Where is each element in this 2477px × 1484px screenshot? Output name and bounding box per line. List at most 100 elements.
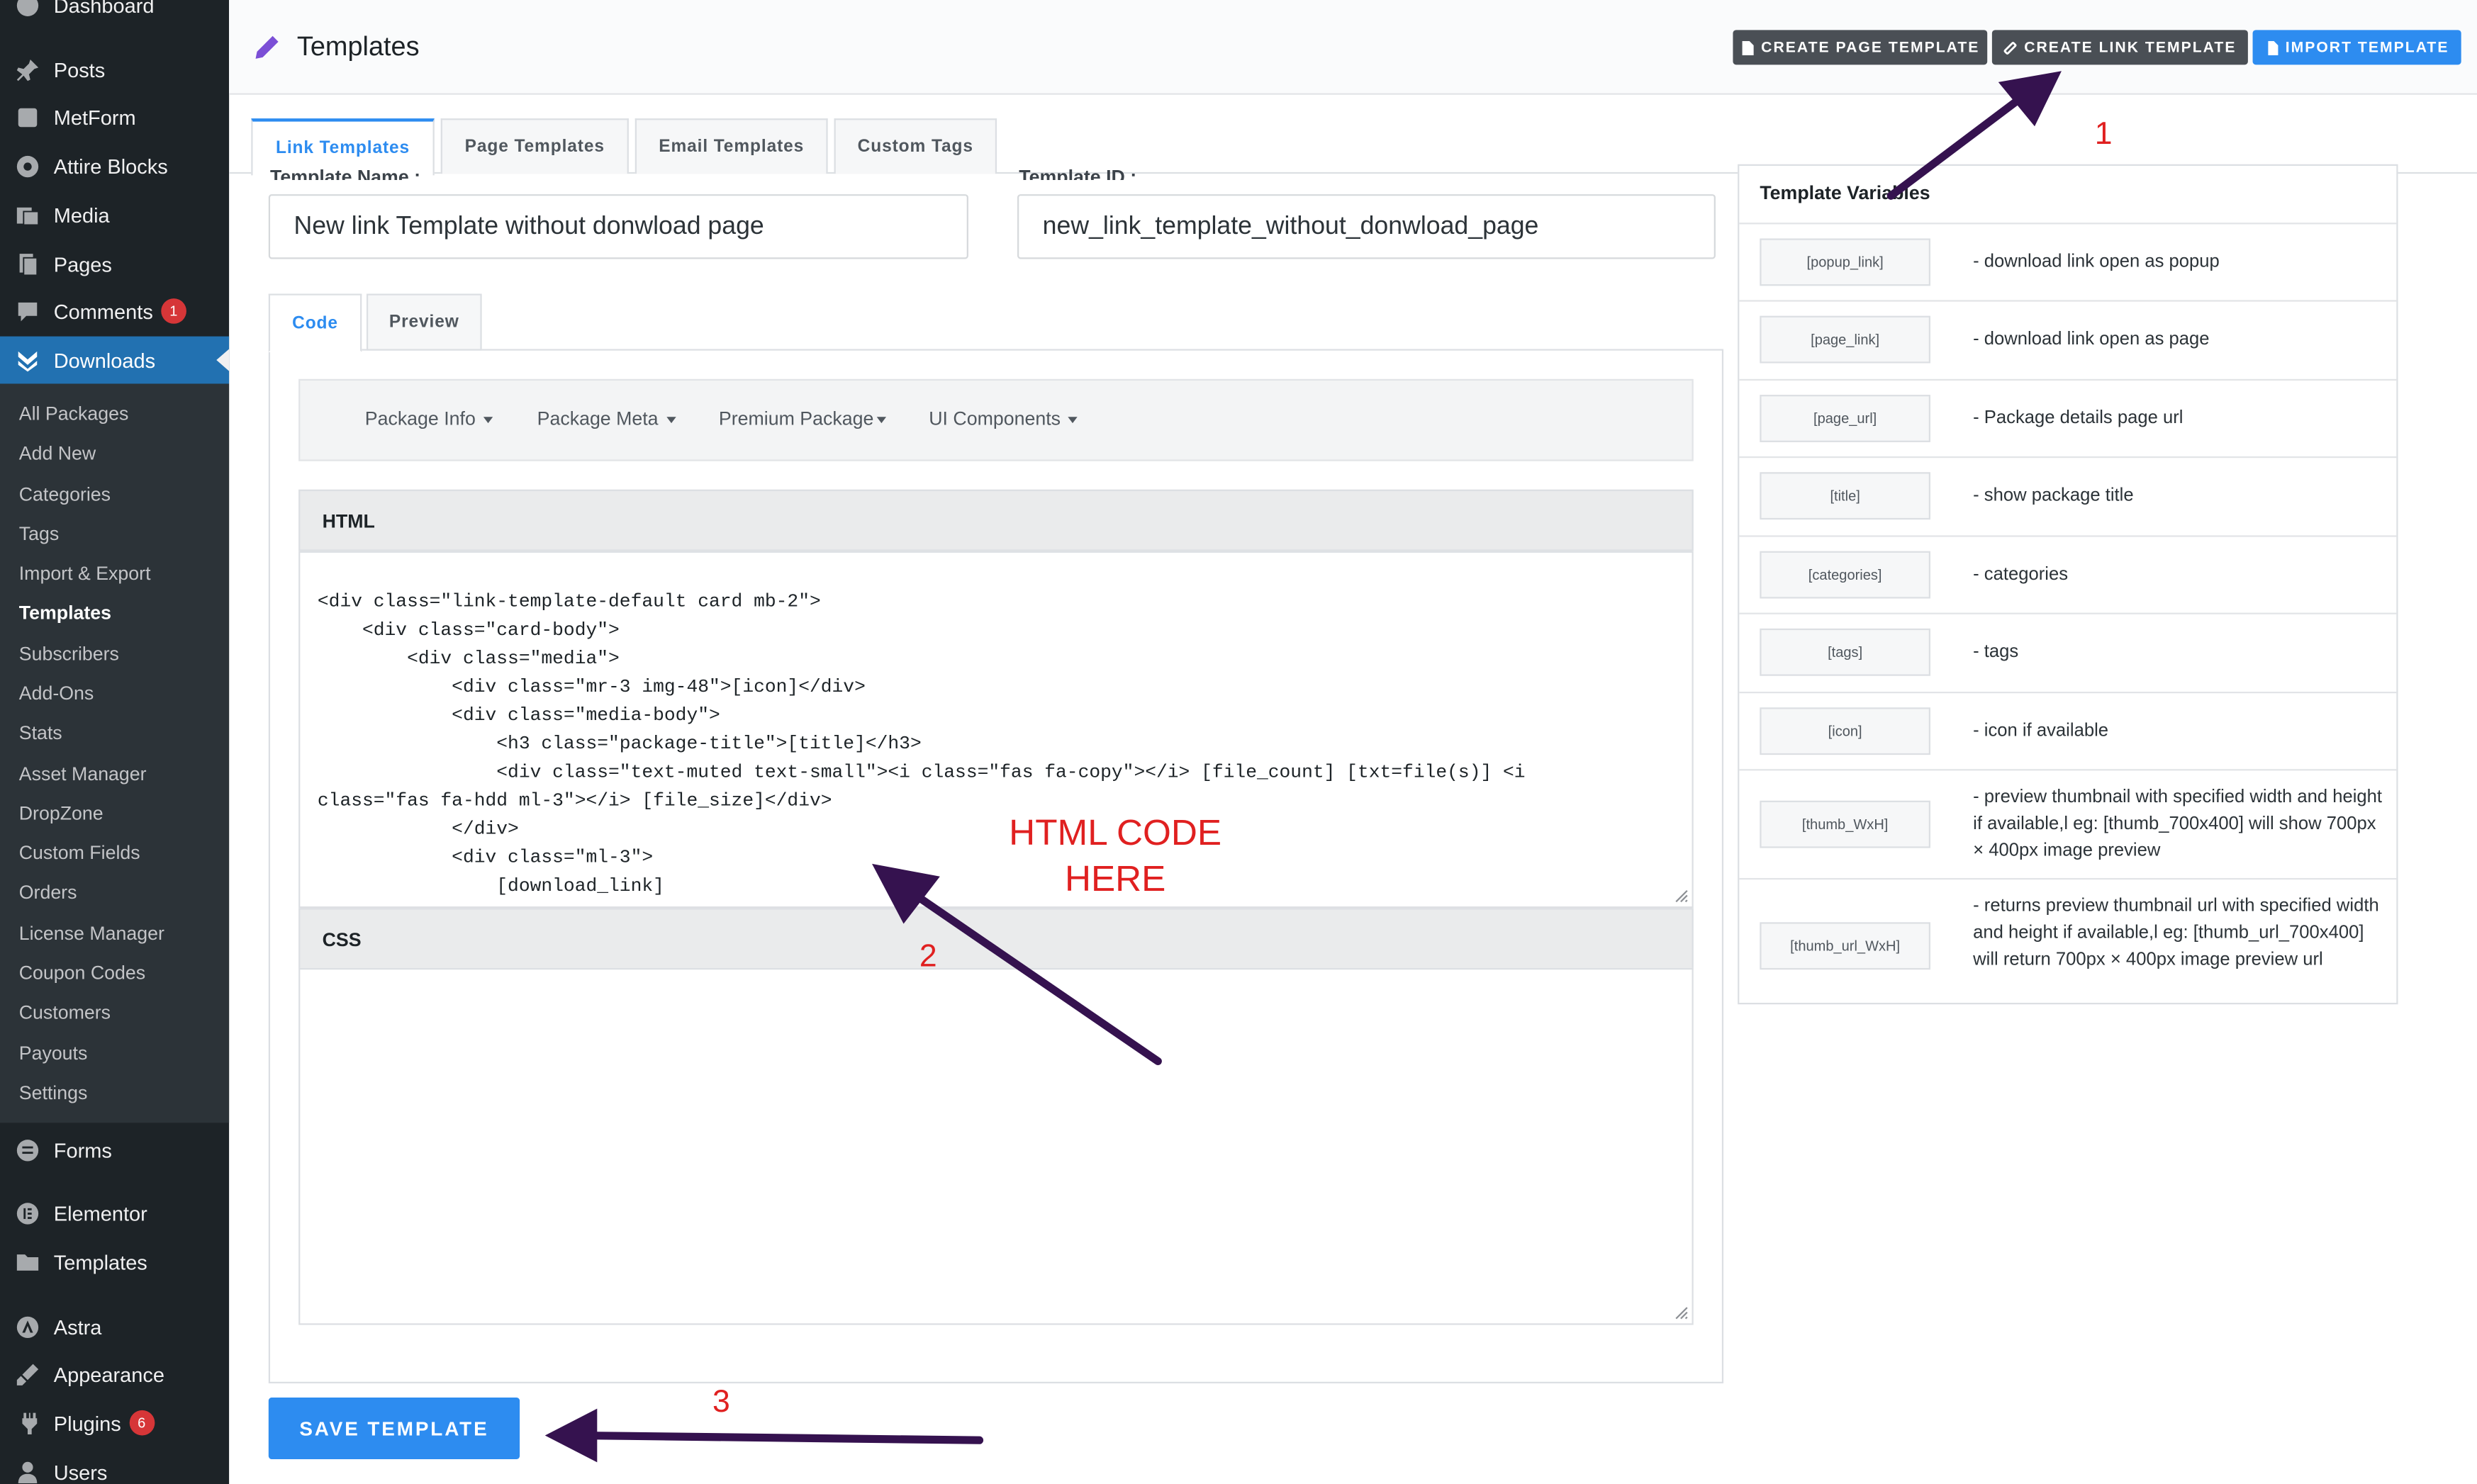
pencil-icon [255, 35, 279, 59]
submenu-item-all-packages[interactable]: All Packages [19, 403, 129, 425]
resize-grip-icon[interactable] [1674, 1306, 1689, 1320]
variable-row: [icon] - icon if available [1739, 691, 2397, 770]
sidebar-item-templates[interactable]: Templates [0, 1238, 229, 1286]
variable-tag[interactable]: [page_url] [1760, 395, 1930, 442]
variable-tag[interactable]: [categories] [1760, 551, 1930, 599]
resize-grip-icon[interactable] [1674, 889, 1689, 904]
submenu-item-custom-fields[interactable]: Custom Fields [19, 842, 140, 864]
annotation-line: HERE [1064, 857, 1166, 899]
tab-page-templates[interactable]: Page Templates [440, 118, 629, 174]
sidebar-item-downloads[interactable]: Downloads [0, 336, 230, 384]
dropdown-label: Package Meta [537, 407, 659, 430]
sidebar-item-label: Comments [53, 299, 153, 323]
sidebar-item-label: Elementor [53, 1201, 147, 1225]
variable-tag[interactable]: [thumb_url_WxH] [1760, 922, 1930, 970]
variable-description: - returns preview thumbnail url with spe… [1973, 896, 2379, 970]
submenu-item-templates[interactable]: Templates [19, 602, 111, 624]
submenu-item-coupon-codes[interactable]: Coupon Codes [19, 962, 145, 984]
template-id-input[interactable]: new_link_template_without_donwload_page [1017, 194, 1716, 259]
tab-code[interactable]: Code [268, 293, 362, 352]
sidebar-item-plugins[interactable]: Plugins 6 [0, 1399, 229, 1446]
dashboard-icon [0, 0, 54, 18]
submenu-item-dropzone[interactable]: DropZone [19, 802, 104, 824]
sidebar-item-comments[interactable]: Comments 1 [0, 288, 229, 335]
package-meta-dropdown[interactable]: Package Meta [537, 407, 676, 429]
sidebar-item-astra[interactable]: Astra [0, 1303, 229, 1350]
submenu-item-tags[interactable]: Tags [19, 523, 60, 545]
variable-row: [title] - show package title [1739, 456, 2397, 535]
button-label: CREATE LINK TEMPLATE [2024, 38, 2237, 57]
variable-tag[interactable]: [title] [1760, 472, 1930, 520]
blocks-icon [0, 152, 54, 179]
variable-tag[interactable]: [popup_link] [1760, 238, 1930, 286]
create-link-template-button[interactable]: CREATE LINK TEMPLATE [1991, 30, 2248, 65]
premium-package-dropdown[interactable]: Premium Package [719, 407, 887, 429]
brush-icon [0, 1361, 54, 1388]
variable-tag[interactable]: [icon] [1760, 707, 1930, 755]
ui-components-dropdown[interactable]: UI Components [929, 407, 1078, 429]
sidebar-item-users[interactable]: Users [0, 1448, 229, 1484]
plugins-count-badge: 6 [128, 1410, 155, 1436]
sidebar-item-forms[interactable]: Forms [0, 1126, 229, 1174]
variable-row: [page_url] - Package details page url [1739, 378, 2397, 458]
sidebar-item-media[interactable]: Media [0, 191, 229, 239]
template-name-input[interactable]: New link Template without donwload page [268, 194, 968, 259]
tab-custom-tags[interactable]: Custom Tags [834, 118, 997, 174]
submenu-item-license-manager[interactable]: License Manager [19, 922, 164, 944]
submenu-item-stats[interactable]: Stats [19, 721, 62, 743]
submenu-item-orders[interactable]: Orders [19, 881, 77, 903]
sidebar-item-label: Users [53, 1460, 108, 1484]
submenu-item-subscribers[interactable]: Subscribers [19, 643, 119, 665]
shortcode-toolbar: Package Info Package Meta Premium Packag… [298, 378, 1694, 461]
caret-down-icon [876, 416, 887, 423]
button-label: CREATE PAGE TEMPLATE [1761, 38, 1980, 57]
tab-preview[interactable]: Preview [366, 293, 482, 351]
submenu-item-asset-manager[interactable]: Asset Manager [19, 763, 147, 785]
variable-tag[interactable]: [page_link] [1760, 315, 1930, 364]
variable-description: - preview thumbnail with specified width… [1973, 787, 2383, 861]
sidebar-item-appearance[interactable]: Appearance [0, 1350, 229, 1398]
caret-down-icon [1068, 416, 1078, 423]
sidebar-item-label: MetForm [53, 105, 136, 129]
submenu-item-categories[interactable]: Categories [19, 483, 111, 505]
sidebar-item-label: Pages [53, 252, 112, 276]
submenu-item-add-new[interactable]: Add New [19, 442, 96, 464]
save-template-button[interactable]: SAVE TEMPLATE [268, 1398, 520, 1459]
tab-email-templates[interactable]: Email Templates [634, 118, 828, 174]
page-title: Templates [296, 31, 420, 62]
sidebar-item-label: Media [53, 203, 110, 227]
sidebar-item-dashboard[interactable]: Dashboard [0, 0, 229, 28]
sidebar-item-elementor[interactable]: Elementor [0, 1189, 229, 1237]
create-page-template-button[interactable]: CREATE PAGE TEMPLATE [1733, 30, 1988, 65]
sidebar-item-label: Plugins [53, 1410, 121, 1435]
annotation-number-1: 1 [2094, 116, 2113, 152]
sidebar-item-metform[interactable]: MetForm [0, 93, 229, 140]
variable-tag[interactable]: [thumb_WxH] [1760, 800, 1930, 848]
page-header: Templates CREATE PAGE TEMPLATE CREATE LI… [229, 0, 2477, 95]
submenu-item-add-ons[interactable]: Add-Ons [19, 682, 94, 704]
folder-icon [0, 1248, 54, 1275]
css-code-textarea[interactable] [298, 967, 1694, 1325]
sidebar-item-label: Posts [53, 57, 106, 81]
variable-description: - show package title [1973, 486, 2134, 506]
astra-icon [0, 1313, 54, 1340]
submenu-item-customers[interactable]: Customers [19, 1001, 111, 1023]
import-template-button[interactable]: IMPORT TEMPLATE [2252, 30, 2461, 65]
css-section-header: CSS [298, 908, 1694, 970]
submenu-item-import-export[interactable]: Import & Export [19, 562, 151, 584]
variable-tag[interactable]: [tags] [1760, 628, 1930, 676]
annotation-html-code-here: HTML CODE HERE [989, 810, 1242, 901]
media-icon [0, 201, 54, 228]
caret-down-icon [666, 416, 676, 423]
sidebar-item-pages[interactable]: Pages [0, 240, 229, 288]
variable-description: - categories [1973, 565, 2069, 585]
submenu-item-settings[interactable]: Settings [19, 1081, 88, 1103]
package-info-dropdown[interactable]: Package Info [365, 407, 493, 429]
variable-row: [thumb_url_WxH] - returns preview thumbn… [1739, 877, 2397, 1003]
template-id-label: Template ID : [1019, 165, 1137, 181]
sidebar-item-attire-blocks[interactable]: Attire Blocks [0, 142, 229, 190]
submenu-item-payouts[interactable]: Payouts [19, 1042, 88, 1064]
html-section-header: HTML [298, 489, 1694, 551]
sidebar-item-posts[interactable]: Posts [0, 46, 229, 94]
file-icon [1742, 40, 1754, 55]
